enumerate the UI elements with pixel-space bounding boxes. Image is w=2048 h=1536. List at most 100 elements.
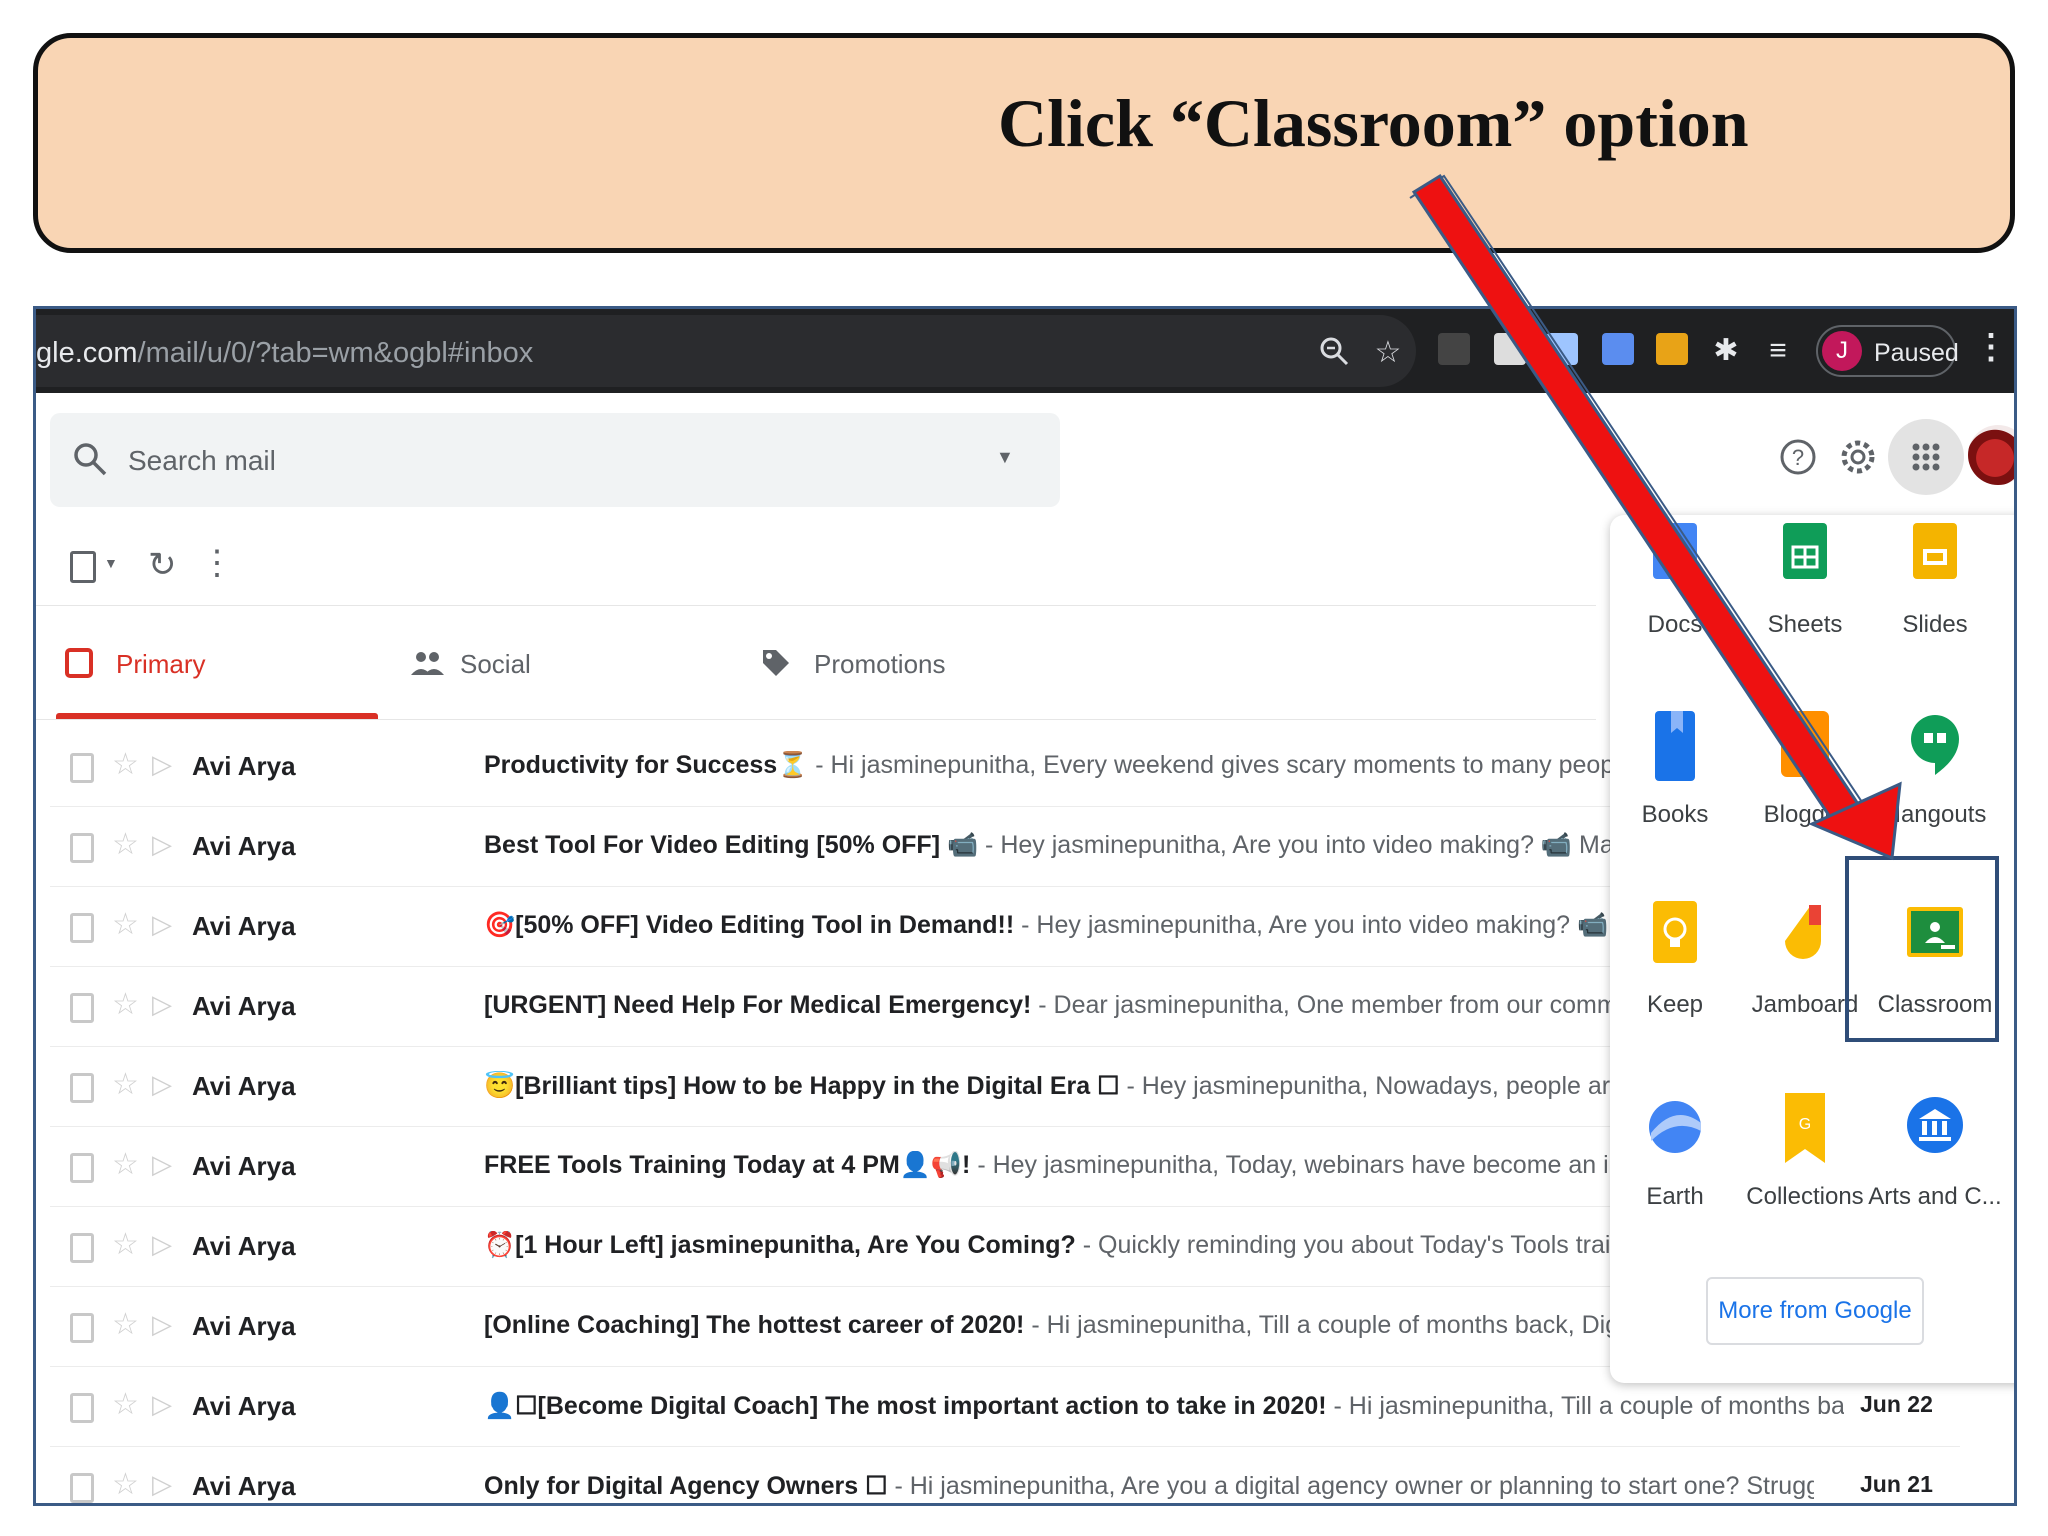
app-label: Blogger	[1763, 801, 1847, 828]
row-checkbox[interactable]	[70, 993, 94, 1023]
star-icon[interactable]: ☆	[112, 987, 139, 1022]
star-icon[interactable]: ☆	[112, 1467, 139, 1502]
url-text: gle.com/mail/u/0/?tab=wm&ogbl#inbox	[36, 337, 533, 370]
extension-pc-icon[interactable]	[1602, 333, 1634, 365]
important-marker-icon[interactable]: ▷	[152, 1309, 172, 1340]
tab-promotions[interactable]: Promotions	[754, 609, 1074, 719]
jamboard-icon	[1785, 905, 1821, 959]
ebay-extension-icon[interactable]	[1438, 333, 1470, 365]
zoom-icon[interactable]	[1316, 335, 1352, 371]
account-avatar[interactable]	[1968, 425, 2014, 485]
star-icon[interactable]: ☆	[112, 1147, 139, 1182]
app-hangouts[interactable]: Hangouts	[1870, 685, 2000, 855]
star-icon[interactable]: ☆	[112, 1067, 139, 1102]
app-sheets[interactable]: Sheets	[1740, 515, 1870, 665]
url-path: /mail/u/0/?tab=wm&ogbl#inbox	[137, 337, 534, 369]
search-bar: ▼	[50, 413, 1060, 507]
app-earth[interactable]: Earth	[1610, 1067, 1740, 1237]
app-label: Collections	[1746, 1183, 1864, 1210]
star-icon[interactable]: ☆	[112, 747, 139, 782]
email-sender: Avi Arya	[192, 1391, 296, 1421]
row-checkbox[interactable]	[70, 833, 94, 863]
important-marker-icon[interactable]: ▷	[152, 1149, 172, 1180]
row-checkbox[interactable]	[70, 753, 94, 783]
url-host: gle.com	[36, 337, 138, 369]
app-label: Keep	[1646, 991, 1704, 1018]
row-checkbox[interactable]	[70, 1153, 94, 1183]
row-checkbox[interactable]	[70, 1073, 94, 1103]
email-preview: 🎯[50% OFF] Video Editing Tool in Demand!…	[484, 911, 1614, 940]
extension-chart-icon[interactable]	[1656, 333, 1688, 365]
email-sender: Avi Arya	[192, 911, 296, 941]
profile-chip[interactable]: J Paused	[1816, 325, 1959, 377]
media-queue-icon[interactable]: ≡	[1760, 333, 1796, 369]
address-bar[interactable]: gle.com/mail/u/0/?tab=wm&ogbl#inbox ☆	[36, 315, 1416, 387]
email-subject: Productivity for Success⏳	[484, 751, 809, 779]
row-checkbox[interactable]	[70, 1473, 94, 1503]
row-checkbox[interactable]	[70, 1393, 94, 1423]
google-apps-button[interactable]	[1888, 419, 1964, 495]
email-subject: Best Tool For Video Editing [50% OFF] 📹	[484, 831, 979, 859]
important-marker-icon[interactable]: ▷	[152, 749, 172, 780]
profile-status: Paused	[1874, 339, 1959, 367]
select-all-checkbox[interactable]	[70, 551, 96, 583]
more-from-google-button[interactable]: More from Google	[1706, 1277, 1924, 1345]
bookmark-star-icon[interactable]: ☆	[1370, 335, 1406, 371]
extensions-puzzle-icon[interactable]: ✱	[1708, 333, 1744, 369]
star-icon[interactable]: ☆	[112, 827, 139, 862]
extension-blue-icon[interactable]	[1546, 333, 1578, 365]
tag-icon	[763, 650, 789, 676]
important-marker-icon[interactable]: ▷	[152, 909, 172, 940]
slides-icon	[1913, 523, 1957, 579]
app-arts-culture[interactable]: Arts and C...	[1868, 1067, 2002, 1237]
app-collections[interactable]: G Collections	[1740, 1067, 1870, 1237]
app-docs[interactable]: Docs	[1610, 515, 1740, 665]
star-icon[interactable]: ☆	[112, 1387, 139, 1422]
browser-toolbar: gle.com/mail/u/0/?tab=wm&ogbl#inbox ☆ ✱ …	[36, 309, 2014, 393]
table-row[interactable]: ☆ ▷ Avi Arya Only for Digital Agency Owners…	[50, 1447, 1960, 1503]
star-icon[interactable]: ☆	[112, 1227, 139, 1262]
email-subject: [URGENT] Need Help For Medical Emergency…	[484, 991, 1032, 1019]
more-options-icon[interactable]: ⋮	[200, 543, 234, 583]
row-checkbox[interactable]	[70, 913, 94, 943]
tab-label: Promotions	[814, 649, 946, 679]
tab-label: Primary	[116, 649, 206, 679]
refresh-icon[interactable]: ↻	[148, 545, 177, 585]
important-marker-icon[interactable]: ▷	[152, 989, 172, 1020]
email-subject: 😇[Brilliant tips] How to be Happy in the…	[484, 1072, 1120, 1100]
app-slides[interactable]: Slides	[1870, 515, 2000, 665]
select-caret-icon[interactable]: ▼	[104, 555, 118, 571]
row-checkbox[interactable]	[70, 1233, 94, 1263]
browser-menu-icon[interactable]: ⋮	[1974, 327, 2008, 367]
star-icon[interactable]: ☆	[112, 907, 139, 942]
search-options-caret-icon[interactable]: ▼	[996, 447, 1014, 468]
tab-primary[interactable]: Primary	[56, 609, 378, 719]
important-marker-icon[interactable]: ▷	[152, 1389, 172, 1420]
earth-icon	[1649, 1101, 1701, 1153]
email-snippet: - Hey jasminepunitha, Are you into video…	[985, 831, 1614, 859]
email-sender: Avi Arya	[192, 1071, 296, 1101]
search-input[interactable]	[126, 435, 970, 487]
app-label: Earth	[1646, 1183, 1704, 1210]
app-books[interactable]: Books	[1610, 685, 1740, 855]
important-marker-icon[interactable]: ▷	[152, 829, 172, 860]
email-date: Jun 21	[1860, 1471, 1933, 1497]
tab-social[interactable]: Social	[410, 609, 730, 719]
star-icon[interactable]: ☆	[112, 1307, 139, 1342]
app-keep[interactable]: Keep	[1610, 875, 1740, 1045]
books-icon	[1655, 711, 1695, 781]
docs-icon	[1653, 523, 1697, 579]
help-icon[interactable]: ?	[1776, 435, 1820, 479]
app-blogger[interactable]: Blogger	[1740, 685, 1870, 855]
row-checkbox[interactable]	[70, 1313, 94, 1343]
active-tab-indicator	[56, 713, 378, 719]
app-label: Slides	[1902, 611, 1968, 638]
important-marker-icon[interactable]: ▷	[152, 1069, 172, 1100]
search-icon[interactable]	[72, 441, 108, 477]
settings-gear-icon[interactable]	[1836, 435, 1880, 479]
important-marker-icon[interactable]: ▷	[152, 1469, 172, 1500]
instruction-text: Click “Classroom” option	[998, 85, 1749, 161]
email-snippet: - Dear jasminepunitha, One member from o…	[1038, 991, 1614, 1019]
important-marker-icon[interactable]: ▷	[152, 1229, 172, 1260]
extension-k-icon[interactable]	[1494, 333, 1526, 365]
